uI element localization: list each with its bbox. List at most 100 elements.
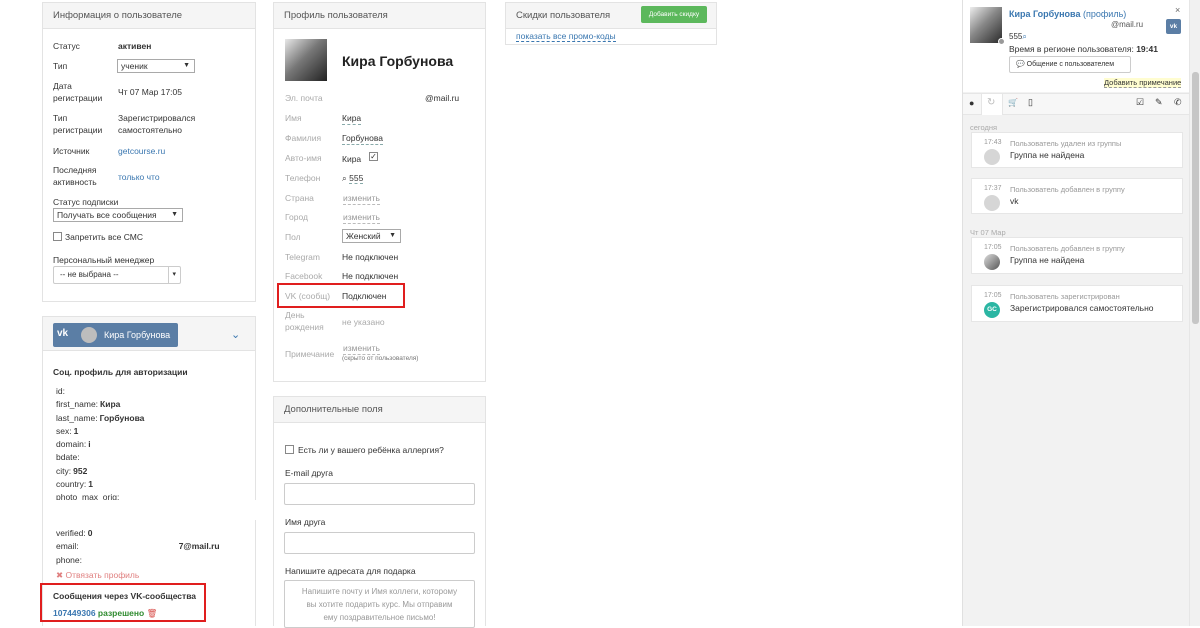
scrollbar-thumb[interactable]: [1192, 72, 1199, 324]
vk-field-value: 0: [87, 528, 93, 538]
vk-field-row: city: 952: [56, 465, 246, 478]
country-edit-link[interactable]: изменить: [343, 192, 380, 205]
city-edit-link[interactable]: изменить: [343, 211, 380, 224]
mobile-icon[interactable]: ▯: [1028, 97, 1033, 108]
avatar[interactable]: [970, 7, 1002, 43]
vk-field-value: 1: [73, 425, 79, 436]
task-icon[interactable]: ☑: [1136, 97, 1144, 108]
vk-field-key: email:: [56, 541, 79, 552]
show-promo-link[interactable]: показать все промо-коды: [516, 31, 616, 42]
sex-label: Пол: [285, 232, 301, 242]
scrollbar-track[interactable]: [1189, 0, 1200, 626]
last-active-link[interactable]: только что: [118, 171, 160, 183]
note-label: Примечание: [285, 349, 335, 359]
vk-field-key: sex:: [56, 425, 72, 436]
chat-with-user-button[interactable]: 💬 Общение с пользователем: [1009, 56, 1131, 73]
vk-field-key: domain:: [56, 439, 87, 450]
gift-textarea[interactable]: Напишите почту и Имя коллеги, которому вы…: [284, 580, 475, 628]
sidebar-user-row: Кира Горбунова (профиль): [1009, 9, 1126, 19]
event-heading: Пользователь удален из группы: [1010, 139, 1122, 148]
sub-status-label: Статус подписки: [53, 197, 119, 207]
sidebar-profile-link[interactable]: (профиль): [1083, 9, 1126, 19]
vk-field-key: country:: [56, 479, 87, 490]
vk-field-key: phone:: [56, 554, 82, 565]
email-label: Эл. почта: [285, 93, 323, 103]
vk-field-row: phone:: [56, 554, 246, 567]
pencil-icon[interactable]: ✎: [1155, 97, 1163, 108]
first-name-value[interactable]: Кира: [342, 112, 362, 125]
vk-logo-icon[interactable]: vk: [1166, 19, 1181, 34]
vk-profile-name: Кира Горбунова: [104, 330, 171, 340]
allergy-checkbox[interactable]: [285, 445, 294, 454]
vk-field-row: sex: 1: [56, 425, 246, 438]
vk-messages-title: Сообщения через VK-сообщества: [53, 591, 197, 601]
vk-group-link[interactable]: 107449306: [53, 608, 96, 618]
gc-logo-icon: GC: [984, 302, 1000, 318]
chevron-down-icon: ▼: [183, 62, 190, 69]
avatar: [984, 254, 1000, 270]
vk-field-row: id:: [56, 385, 246, 398]
phone-value[interactable]: 555: [349, 173, 364, 184]
event-time: 17:43: [984, 139, 1002, 146]
search-icon[interactable]: ⌕: [342, 173, 347, 183]
event-heading: Пользователь добавлен в группу: [1010, 185, 1125, 194]
chevron-down-icon[interactable]: ⌄: [231, 328, 240, 341]
user-icon[interactable]: ●: [969, 98, 974, 108]
vk-label: VK (сообщ): [285, 291, 331, 301]
event-time: 17:05: [984, 244, 1002, 251]
last-name-value[interactable]: Горбунова: [342, 132, 383, 145]
friend-name-label: Имя друга: [285, 517, 326, 527]
add-note-link[interactable]: Добавить примечание: [1104, 78, 1182, 88]
birthday-label: День рождения: [285, 310, 324, 332]
avatar: [81, 327, 97, 343]
event-body: Группа не найдена: [1010, 150, 1085, 160]
vk-field-value: 952: [73, 465, 88, 476]
phone-icon[interactable]: ✆: [1174, 97, 1182, 108]
manager-select[interactable]: -- не выбрана -- ▾: [53, 266, 181, 284]
autoname-label: Авто-имя: [285, 153, 322, 163]
event-body: vk: [1010, 196, 1019, 206]
vk-profile-badge[interactable]: vk Кира Горбунова: [53, 323, 178, 347]
close-icon[interactable]: ×: [1175, 5, 1180, 15]
day-separator-thu: Чт 07 Мар: [970, 228, 1006, 237]
sidebar-user-name[interactable]: Кира Горбунова: [1009, 9, 1080, 19]
vk-field-value: Горбунова: [99, 412, 145, 423]
vk-field-row: first_name: Кира: [56, 398, 246, 411]
reg-type-value: Зарегистрировался самостоятельно: [118, 113, 196, 135]
facebook-label: Facebook: [285, 271, 323, 281]
sub-status-select[interactable]: Получать все сообщения ▼: [53, 208, 183, 222]
vk-field-key: verified:: [56, 528, 86, 538]
hidden-area: [44, 500, 256, 520]
cart-icon[interactable]: 🛒: [1008, 98, 1018, 107]
reg-type-label: Тип регистрации: [53, 113, 103, 135]
vk-field-value: i: [88, 439, 91, 450]
allergy-label: Есть ли у вашего ребёнка аллергия?: [298, 445, 444, 455]
first-name-label: Имя: [285, 113, 302, 123]
trash-icon[interactable]: 🗑: [147, 608, 158, 618]
event-card: 17:05 Пользователь зарегистрирован GC За…: [971, 285, 1183, 322]
source-link[interactable]: getcourse.ru: [118, 145, 165, 157]
event-card: 17:43 Пользователь удален из группы Груп…: [971, 132, 1183, 168]
telegram-value: Не подключен: [342, 252, 399, 262]
type-select[interactable]: ученик ▼: [117, 59, 195, 73]
profile-name: Кира Горбунова: [342, 53, 454, 69]
unlink-profile-link[interactable]: ✖︎ Отвязать профиль: [56, 570, 139, 581]
note-hint: (скрыто от пользователя): [342, 355, 419, 362]
history-tab-active[interactable]: ↻: [981, 94, 1003, 115]
time-value: 19:41: [1136, 44, 1158, 54]
sex-select[interactable]: Женский ▼: [342, 229, 401, 243]
day-separator-today: сегодня: [970, 123, 998, 132]
ban-sms-checkbox[interactable]: [53, 232, 62, 241]
friend-email-input[interactable]: [284, 483, 475, 505]
vk-field-row: email: 7@mail.ru: [56, 540, 246, 553]
friend-name-input[interactable]: [284, 532, 475, 554]
chevron-down-icon: ▼: [389, 232, 396, 239]
add-discount-button[interactable]: Добавить скидку: [641, 6, 707, 23]
note-edit-link[interactable]: изменить: [343, 342, 380, 355]
event-time: 17:05: [984, 292, 1002, 299]
autoname-checkbox[interactable]: ✓: [369, 152, 378, 161]
search-icon[interactable]: ⌕: [1022, 32, 1026, 41]
avatar[interactable]: [285, 39, 327, 81]
email-value: @mail.ru: [425, 93, 460, 103]
event-time: 17:37: [984, 185, 1002, 192]
